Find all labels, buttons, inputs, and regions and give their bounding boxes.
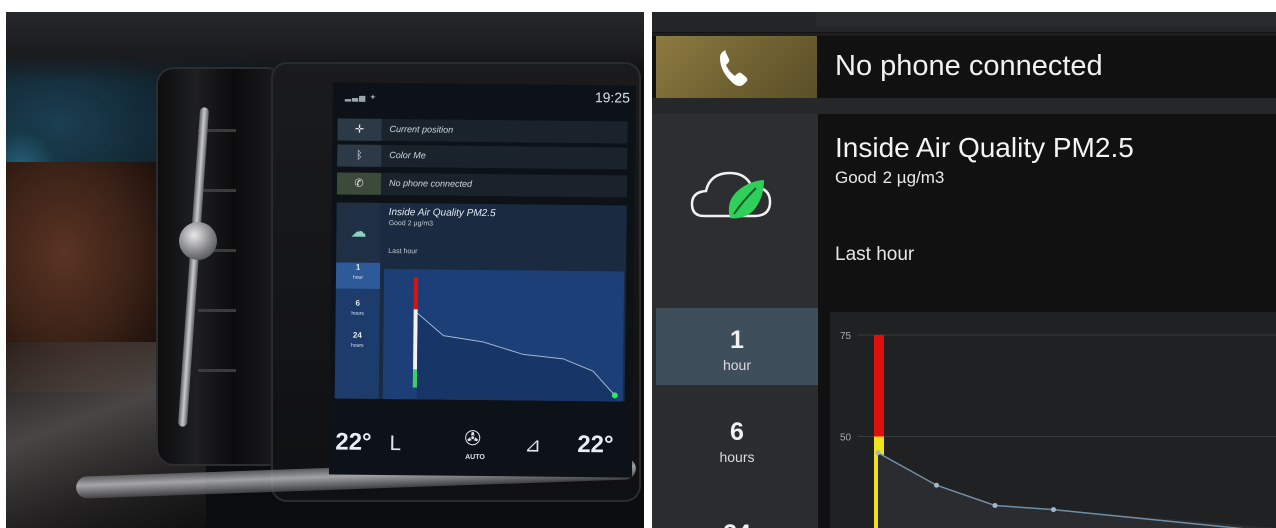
phone-status-label: No phone connected: [835, 50, 1103, 82]
mini-area: [416, 313, 615, 402]
option-unit: hours: [719, 449, 755, 465]
seat-heat-right-icon: ⊿: [524, 434, 542, 457]
fan-icon: ✇: [464, 427, 482, 450]
bluetooth-icon: ᛒ: [337, 144, 382, 167]
level-bar-segment: [874, 335, 884, 437]
option-value: 24: [656, 520, 818, 528]
air-vent: [156, 67, 285, 466]
mini-option-1-hour: 1 hour: [335, 262, 381, 289]
vent-blade: [198, 309, 236, 312]
air-quality-title: Inside Air Quality PM2.5: [835, 132, 1134, 163]
mini-option-24-hours: 24 hours: [335, 330, 379, 349]
option-unit: hour: [722, 357, 752, 373]
option-value: 1: [730, 326, 744, 354]
mini-aq-title: Inside Air Quality PM2.5: [388, 207, 496, 220]
right-temperature: 22°: [577, 431, 614, 459]
data-point: [1051, 507, 1056, 513]
mini-period-selector: 1 hour 6 hours 24 hours: [334, 262, 381, 399]
mini-option-value: 1: [355, 262, 361, 272]
y-tick-label: 50: [840, 433, 852, 444]
signal-icon: ▂▃▅ ✦: [344, 92, 378, 102]
previous-row-edge: [816, 12, 1276, 26]
option-6-hours[interactable]: 6 hours: [656, 408, 818, 485]
left-temperature: 22°: [335, 428, 372, 456]
mini-air-quality-card: ☁ Inside Air Quality PM2.5 Good 2 µg/m3 …: [334, 202, 627, 402]
mini-aq-period: Last hour: [388, 248, 418, 256]
data-point: [992, 503, 998, 509]
vent-blade: [198, 369, 236, 372]
phone-icon: [720, 50, 748, 86]
air-quality-tile[interactable]: [652, 114, 818, 308]
crosshair-icon: ✛: [337, 118, 382, 141]
climate-mode: AUTO: [465, 453, 485, 462]
clock: 19:25: [594, 89, 631, 106]
status-bar: ▂▃▅ ✦ 19:25: [333, 82, 636, 111]
option-24-hours[interactable]: 24: [656, 506, 818, 528]
climate-bar: 22° ᒪ ✇ AUTO ⊿ 22°: [329, 422, 633, 477]
mini-row-phone: ✆ No phone connected: [336, 172, 628, 198]
vent-knob: [179, 222, 217, 260]
air-quality-value: 2 µg/m3: [882, 168, 945, 187]
mini-level-red: [413, 277, 419, 310]
option-value: 6: [730, 418, 744, 446]
chart-period-label: Last hour: [835, 244, 915, 265]
air-quality-status: Good 2 µg/m3: [835, 168, 950, 188]
mini-option-unit: hour: [352, 274, 364, 281]
row-separator: [652, 98, 1276, 114]
top-strip: [652, 12, 1276, 33]
mini-aq-status: Good 2 µg/m3: [388, 220, 434, 228]
mini-level-green: [412, 369, 418, 388]
data-point: [875, 450, 881, 456]
cloud-leaf-icon: ☁: [336, 202, 381, 263]
car-interior-photo: ▂▃▅ ✦ 19:25 ✛ Current position ᛒ Color M…: [6, 12, 644, 528]
mini-row-label: Color Me: [389, 150, 426, 161]
air-quality-chart: 755025: [830, 312, 1276, 528]
option-1-hour[interactable]: 1 hour: [656, 308, 818, 385]
mini-option-value: 6: [355, 298, 361, 308]
phone-tile[interactable]: [656, 36, 817, 98]
phone-icon: ✆: [336, 172, 382, 195]
air-quality-rating: Good: [835, 168, 877, 187]
mini-chart-svg: [412, 277, 618, 402]
mini-touchscreen: ▂▃▅ ✦ 19:25 ✛ Current position ᛒ Color M…: [328, 82, 637, 478]
y-tick-label: 75: [840, 331, 852, 342]
mini-option-value: 24: [352, 330, 362, 340]
data-point: [934, 482, 939, 488]
mini-row-label: Current position: [389, 124, 454, 135]
vent-blade: [198, 189, 236, 192]
phone-row[interactable]: No phone connected: [652, 36, 1276, 98]
mini-option-6-hours: 6 hours: [336, 298, 380, 317]
mini-row-color-me: ᛒ Color Me: [337, 144, 628, 170]
mini-chart: [382, 268, 625, 402]
mini-row-label: No phone connected: [388, 178, 473, 189]
mini-row-current-position: ✛ Current position: [337, 118, 628, 144]
cloud-leaf-icon: [690, 171, 772, 219]
mini-option-unit: hours: [351, 342, 364, 349]
mini-option-unit: hours: [351, 310, 364, 317]
seat-heat-icon: ᒪ: [389, 433, 401, 456]
infotainment-panel: No phone connected Inside Air Quality PM…: [652, 12, 1276, 528]
